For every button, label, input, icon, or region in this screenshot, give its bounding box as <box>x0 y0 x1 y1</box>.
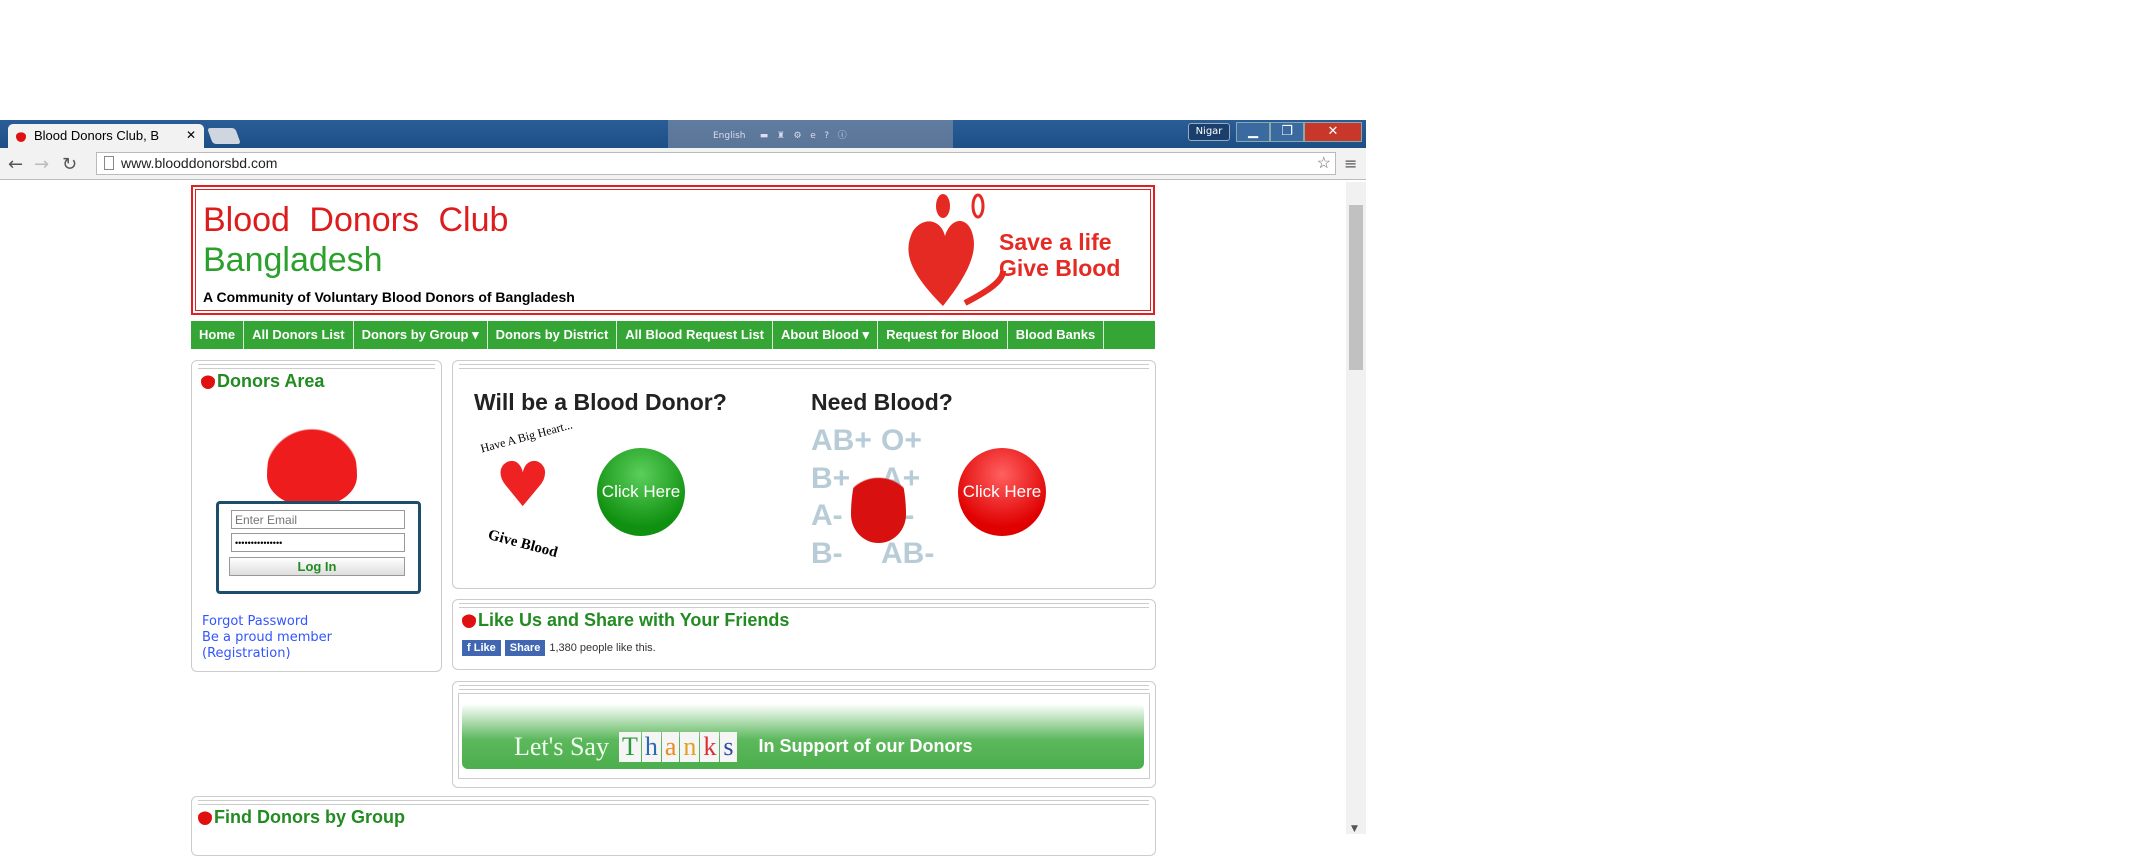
panel-title: Find Donors by Group <box>214 807 405 827</box>
thanks-banner[interactable]: Let's Say T h a n k s In Support of our … <box>458 693 1150 779</box>
thanks-letter: s <box>720 731 737 762</box>
forward-icon[interactable]: → <box>34 154 49 175</box>
password-input[interactable] <box>231 533 405 552</box>
url-text: www.blooddonorsbd.com <box>121 155 278 171</box>
heart-caption-bottom: Give Blood <box>486 527 560 561</box>
vertical-scrollbar[interactable]: ▼ <box>1346 182 1366 834</box>
blood-drop-icon <box>462 610 476 628</box>
thanks-panel: Let's Say T h a n k s In Support of our … <box>452 681 1156 788</box>
tab-strip: Blood Donors Club, B ✕ English ▬ ♜ ⚙ e ?… <box>0 120 1366 150</box>
forgot-password-link[interactable]: Forgot Password <box>202 614 332 630</box>
thanks-letter: k <box>700 731 720 762</box>
nav-request-blood[interactable]: Request for Blood <box>878 321 1008 349</box>
site-tagline: A Community of Voluntary Blood Donors of… <box>203 289 575 305</box>
like-label: Like <box>473 642 496 654</box>
social-panel: Like Us and Share with Your Friends f Li… <box>452 599 1156 670</box>
donors-area-panel: Donors Area Log In Forgot Password Be a … <box>191 360 442 672</box>
nav-blood-banks[interactable]: Blood Banks <box>1008 321 1105 349</box>
site-subtitle: Bangladesh <box>203 241 383 279</box>
bookmark-star-icon[interactable]: ☆ <box>1317 153 1331 173</box>
page-icon <box>104 156 114 170</box>
minimize-button[interactable]: ▁ <box>1236 122 1270 142</box>
main-nav: Home All Donors List Donors by Group ▾ D… <box>191 321 1155 349</box>
facebook-icon: f <box>467 642 474 654</box>
member-link[interactable]: Be a proud member <box>202 630 332 646</box>
facebook-like-button[interactable]: f Like <box>462 640 501 656</box>
maximize-button[interactable]: ❐ <box>1270 122 1304 142</box>
nav-blood-requests[interactable]: All Blood Request List <box>617 321 773 349</box>
thanks-right-text: In Support of our Donors <box>758 736 973 756</box>
registration-link[interactable]: (Registration) <box>202 646 332 662</box>
blood-drop-icon <box>198 807 212 825</box>
blood-drop-icon <box>201 371 215 389</box>
cta-panel: Will be a Blood Donor? Have A Big Heart.… <box>452 360 1156 589</box>
nav-home[interactable]: Home <box>191 321 245 349</box>
need-blood-click-here-button[interactable]: Click Here <box>958 448 1046 536</box>
hearts-logo-icon <box>908 193 1006 306</box>
blood-groups-image: AB+O+ B+A+ A-O- B-AB- <box>811 423 951 573</box>
group-label: AB- <box>881 536 935 570</box>
close-window-button[interactable]: ✕ <box>1304 122 1362 142</box>
email-input[interactable] <box>231 510 405 529</box>
browser-tab[interactable]: Blood Donors Club, B ✕ <box>8 124 204 148</box>
need-blood-heading: Need Blood? <box>811 389 953 415</box>
login-button[interactable]: Log In <box>229 557 405 576</box>
like-count: 1,380 people like this. <box>549 642 656 654</box>
thanks-left-text: Let's Say <box>514 731 609 761</box>
group-label: O+ <box>881 424 922 457</box>
logo-text-1: Save a life <box>999 229 1112 255</box>
new-tab-button[interactable] <box>207 128 241 144</box>
site-title: Blood Donors Club <box>203 201 509 239</box>
nav-about-blood[interactable]: About Blood ▾ <box>773 321 879 349</box>
panel-title: Like Us and Share with Your Friends <box>478 610 790 630</box>
site-header: Blood Donors Club Bangladesh A Community… <box>191 185 1155 315</box>
menu-icon[interactable]: ≡ <box>1344 154 1357 173</box>
panel-title: Donors Area <box>217 371 325 391</box>
browser-window: Blood Donors Club, B ✕ English ▬ ♜ ⚙ e ?… <box>0 120 1366 856</box>
address-bar[interactable]: www.blooddonorsbd.com ☆ <box>96 152 1336 175</box>
close-tab-icon[interactable]: ✕ <box>186 128 196 142</box>
nav-donors-by-group[interactable]: Donors by Group ▾ <box>354 321 488 349</box>
language-label[interactable]: English <box>713 131 746 141</box>
heart-icon: ♥ <box>495 448 551 521</box>
thanks-letter: h <box>641 731 661 762</box>
donor-click-here-button[interactable]: Click Here <box>597 448 685 536</box>
nav-donors-by-district[interactable]: Donors by District <box>488 321 618 349</box>
browser-toolbar: ← → ↻ www.blooddonorsbd.com ☆ ≡ <box>0 148 1366 180</box>
tab-title: Blood Donors Club, B <box>34 128 160 143</box>
facebook-share-button[interactable]: Share <box>504 640 546 656</box>
thanks-letter: a <box>661 731 680 762</box>
nav-all-donors[interactable]: All Donors List <box>244 321 354 349</box>
big-heart-image: Have A Big Heart... ♥ Give Blood <box>475 417 585 564</box>
profile-button[interactable]: Nigar <box>1188 123 1230 141</box>
scroll-down-icon[interactable]: ▼ <box>1351 824 1358 834</box>
logo-text-2: Give Blood <box>999 255 1121 281</box>
find-donors-panel: Find Donors by Group <box>191 796 1156 856</box>
mascot-drop-icon <box>267 406 357 506</box>
thanks-letter: n <box>680 731 700 762</box>
reload-icon[interactable]: ↻ <box>62 154 77 175</box>
favicon-icon <box>16 129 26 142</box>
language-bar: English ▬ ♜ ⚙ e ? ⓘ <box>668 120 953 150</box>
login-form: Log In <box>216 501 421 594</box>
thanks-letter: T <box>618 731 641 762</box>
donor-heading: Will be a Blood Donor? <box>474 389 727 415</box>
back-icon[interactable]: ← <box>8 154 23 175</box>
scrollbar-thumb[interactable] <box>1349 205 1363 370</box>
